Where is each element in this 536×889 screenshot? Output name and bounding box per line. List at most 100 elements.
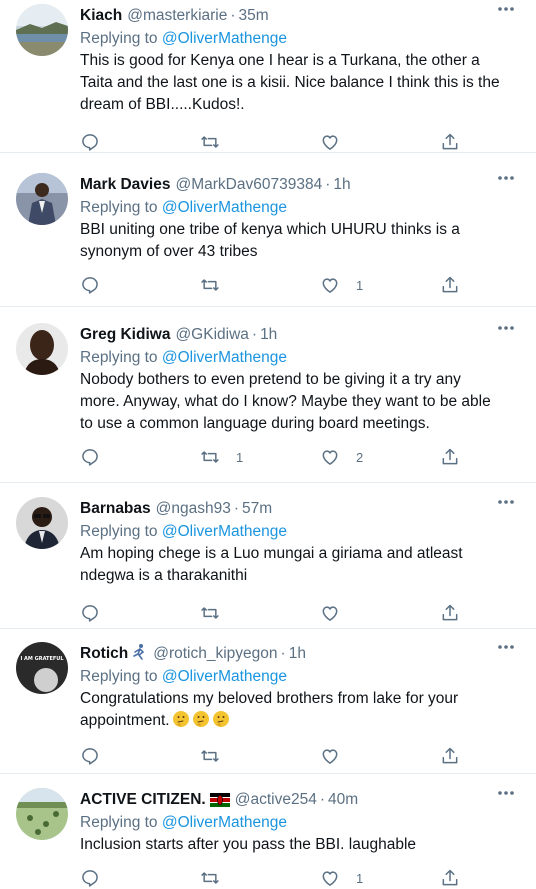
avatar[interactable] [16, 788, 68, 840]
author-name[interactable]: Rotich [80, 645, 128, 663]
reply-button[interactable] [80, 445, 100, 469]
mention-link[interactable]: @OliverMathenge [162, 30, 287, 47]
tweet-text: Am hoping chege is a Luo mungai a giriam… [80, 543, 518, 587]
like-button[interactable]: 1 [320, 866, 363, 889]
share-button[interactable] [440, 130, 460, 154]
replying-prefix: Replying to [80, 523, 162, 540]
retweet-count: 1 [236, 449, 244, 465]
more-options-button[interactable] [496, 325, 516, 337]
retweet-button[interactable] [200, 130, 220, 154]
like-button[interactable]: 1 [320, 273, 363, 297]
thinking-face-emoji [192, 711, 209, 727]
tweet-text: BBI uniting one tribe of kenya which UHU… [80, 219, 518, 263]
author-name[interactable]: Mark Davies [80, 176, 170, 194]
mention-link[interactable]: @OliverMathenge [162, 199, 287, 216]
more-options-button[interactable] [496, 790, 516, 802]
more-options-button[interactable] [496, 6, 516, 18]
timestamp[interactable]: 35m [239, 7, 269, 25]
avatar[interactable] [16, 4, 68, 56]
more-options-button[interactable] [496, 644, 516, 656]
ellipsis-icon [498, 500, 514, 504]
share-button[interactable] [440, 273, 460, 297]
tweet[interactable]: Barnabas @ngash93 · 57m Replying to @Oli… [0, 483, 536, 629]
man-with-glasses-icon [16, 497, 68, 549]
reply-button[interactable] [80, 130, 100, 154]
timestamp[interactable]: 1h [289, 645, 306, 663]
tweet[interactable]: ACTIVE CITIZEN. @active254 · 40m Replyin… [0, 774, 536, 889]
retweet-button[interactable] [200, 273, 220, 297]
text-line: BBI uniting one tribe of kenya which UHU… [80, 221, 460, 238]
tweet-text: Congratulations my beloved brothers from… [80, 688, 518, 732]
timestamp[interactable]: 57m [242, 500, 272, 518]
share-icon [442, 604, 458, 621]
tweet[interactable]: Mark Davies @MarkDav60739384 · 1h Replyi… [0, 153, 536, 307]
author-handle[interactable]: @MarkDav60739384 [175, 176, 322, 194]
retweet-icon [201, 451, 219, 463]
more-options-button[interactable] [496, 499, 516, 511]
reply-button[interactable] [80, 744, 100, 768]
retweet-button[interactable] [200, 744, 220, 768]
avatar[interactable] [16, 173, 68, 225]
author-handle[interactable]: @GKidiwa [175, 326, 248, 344]
like-button[interactable]: 2 [320, 445, 363, 469]
retweet-button[interactable] [200, 866, 220, 889]
reply-button[interactable] [80, 866, 100, 889]
man-in-suit-icon [16, 173, 68, 225]
runner-emoji [130, 643, 148, 666]
replying-to: Replying to @OliverMathenge [80, 666, 518, 688]
reply-icon [82, 870, 98, 887]
mention-link[interactable]: @OliverMathenge [162, 814, 287, 831]
share-icon [442, 869, 458, 886]
author-name[interactable]: ACTIVE CITIZEN. [80, 791, 206, 809]
tweet[interactable]: Kiach @masterkiarie · 35m Replying to @O… [0, 0, 536, 153]
like-button[interactable] [320, 130, 340, 154]
replying-to: Replying to @OliverMathenge [80, 197, 518, 219]
reply-button[interactable] [80, 601, 100, 625]
reply-icon [82, 277, 98, 294]
text-line: Congratulations my beloved brothers from… [80, 690, 459, 707]
timestamp[interactable]: 1h [333, 176, 350, 194]
mention-link[interactable]: @OliverMathenge [162, 349, 287, 366]
share-button[interactable] [440, 601, 460, 625]
replying-prefix: Replying to [80, 814, 162, 831]
author-handle[interactable]: @ngash93 [156, 500, 231, 518]
mention-link[interactable]: @OliverMathenge [162, 668, 287, 685]
author-handle[interactable]: @rotich_kipyegon [153, 645, 277, 663]
author-name[interactable]: Barnabas [80, 500, 151, 518]
avatar[interactable]: I AM GRATEFUL [16, 642, 68, 694]
author-handle[interactable]: @masterkiarie [127, 7, 227, 25]
avatar[interactable] [16, 497, 68, 549]
reply-button[interactable] [80, 273, 100, 297]
separator-dot: · [319, 791, 325, 808]
text-line: appointment. [80, 712, 170, 729]
share-button[interactable] [440, 744, 460, 768]
author-handle[interactable]: @active254 [235, 791, 317, 809]
like-button[interactable] [320, 601, 340, 625]
replying-prefix: Replying to [80, 349, 162, 366]
more-options-button[interactable] [496, 175, 516, 187]
tweet[interactable]: Greg Kidiwa @GKidiwa · 1h Replying to @O… [0, 307, 536, 483]
share-button[interactable] [440, 445, 460, 469]
tweet[interactable]: I AM GRATEFUL Rotich @rotich_kipyegon · … [0, 629, 536, 774]
ellipsis-icon [498, 176, 514, 180]
text-line: synonym of over 43 tribes [80, 243, 258, 260]
mention-link[interactable]: @OliverMathenge [162, 523, 287, 540]
share-icon [442, 448, 458, 465]
author-name[interactable]: Greg Kidiwa [80, 326, 170, 344]
retweet-button[interactable]: 1 [200, 445, 243, 469]
tweet-actions [80, 601, 518, 625]
text-line: Nobody bothers to even pretend to be giv… [80, 371, 461, 388]
reply-icon [82, 449, 98, 466]
like-count: 1 [356, 277, 364, 293]
share-button[interactable] [440, 866, 460, 889]
timestamp[interactable]: 40m [328, 791, 358, 809]
avatar[interactable] [16, 323, 68, 375]
retweet-button[interactable] [200, 601, 220, 625]
author-name[interactable]: Kiach [80, 7, 122, 25]
text-line: Inclusion starts after you pass the BBI.… [80, 836, 417, 853]
like-button[interactable] [320, 744, 340, 768]
timestamp[interactable]: 1h [260, 326, 277, 344]
retweet-icon [201, 872, 219, 884]
ellipsis-icon [498, 791, 514, 795]
text-line: ndegwa is a tharakanithi [80, 567, 248, 584]
